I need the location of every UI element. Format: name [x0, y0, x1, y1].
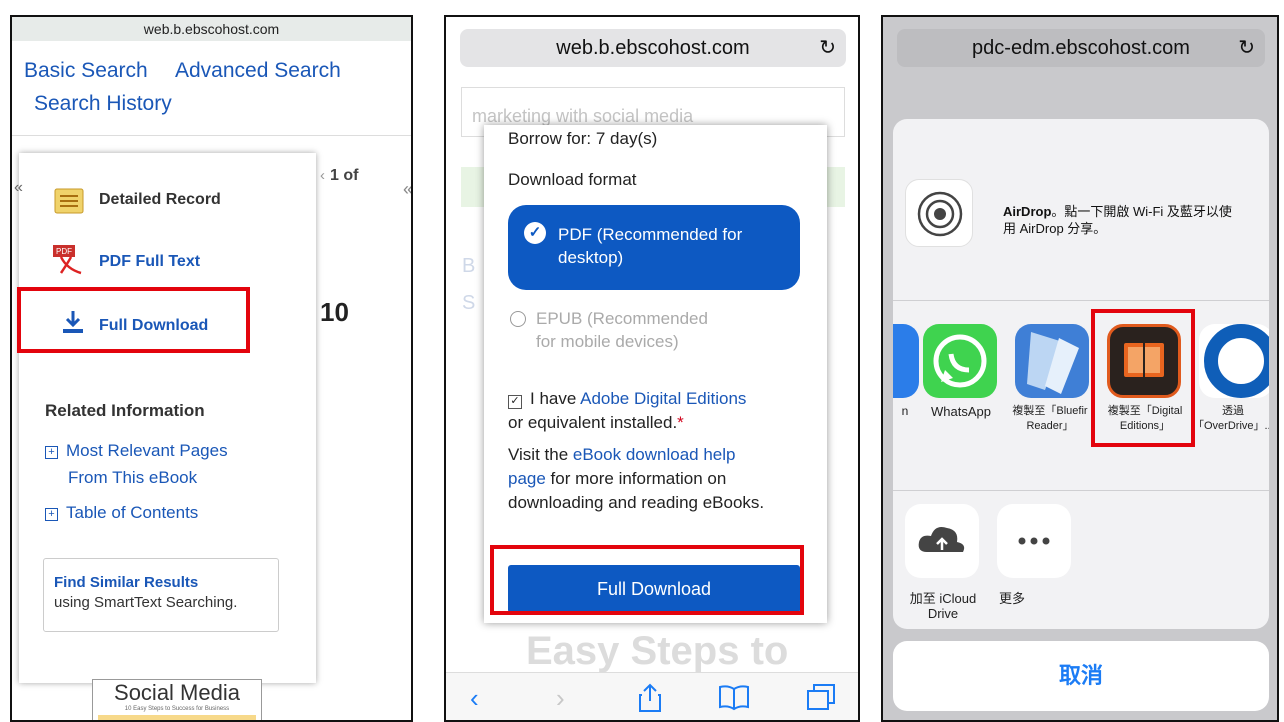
pdf-option-line1: PDF (Recommended for	[558, 225, 743, 244]
share-sheet: AirDrop。點一下開啟 Wi-Fi 及藍牙以使 用 AirDrop 分享。 …	[893, 119, 1269, 629]
adobe-confirm: ✓ I have Adobe Digital Editions or equiva…	[508, 387, 808, 435]
airdrop-icon[interactable]	[905, 179, 973, 247]
bg-letter-b: B	[462, 255, 476, 277]
share-sheet-panel: pdc-edm.ebscohost.com ↻ AirDrop。點一下開啟 Wi…	[881, 15, 1279, 722]
pdf-option-line2: desktop)	[558, 248, 624, 267]
app-icon-partial[interactable]	[893, 324, 919, 398]
airdrop-line2: 用 AirDrop 分享。	[1003, 221, 1107, 236]
bluefire-label-line1: 複製至「Bluefir	[1012, 405, 1088, 417]
detailed-record-label[interactable]: Detailed Record	[99, 191, 221, 209]
overdrive-label-line2: 「OverDrive」...	[1193, 420, 1269, 432]
table-of-contents-link[interactable]: + Table of Contents	[45, 499, 198, 526]
airdrop-line1: 。點一下開啟 Wi-Fi 及藍牙以使	[1051, 204, 1232, 219]
epub-option-line2: for mobile devices)	[536, 332, 679, 351]
epub-format-option[interactable]: EPUB (Recommended for mobile devices)	[536, 307, 708, 353]
smarttext-label: using SmartText Searching.	[54, 594, 238, 611]
more-icon[interactable]	[997, 504, 1071, 578]
forward-icon[interactable]: ›	[556, 683, 565, 714]
reload-icon[interactable]: ↻	[1238, 29, 1255, 67]
expand-icon: +	[45, 446, 58, 459]
overdrive-label-line1: 透過	[1222, 405, 1244, 417]
cover-band	[98, 715, 256, 720]
safari-toolbar: ‹ ›	[446, 672, 858, 720]
basic-search-link[interactable]: Basic Search	[24, 59, 148, 83]
help-text: Visit the eBook download help page for m…	[508, 443, 808, 515]
svg-text:PDF: PDF	[56, 247, 72, 256]
divider	[12, 135, 411, 136]
icloud-drive-label: 加至 iCloud Drive	[899, 591, 987, 621]
highlight-box	[1091, 309, 1195, 447]
checkmark-icon: ✓	[524, 222, 546, 244]
adobe-link[interactable]: Adobe Digital Editions	[580, 389, 746, 408]
search-history-link[interactable]: Search History	[34, 92, 172, 116]
back-icon[interactable]: ‹	[470, 683, 479, 714]
bluefire-label: 複製至「Bluefir Reader」	[1001, 404, 1099, 434]
reload-icon[interactable]: ↻	[819, 29, 836, 67]
overdrive-icon[interactable]	[1199, 324, 1269, 398]
url-text: pdc-edm.ebscohost.com	[972, 37, 1190, 59]
url-bar[interactable]: web.b.ebscohost.com	[12, 17, 411, 41]
most-relevant-link[interactable]: + Most Relevant Pages From This eBook	[45, 437, 228, 491]
bluefire-reader-icon[interactable]	[1015, 324, 1089, 398]
icloud-drive-icon[interactable]	[905, 504, 979, 578]
bluefire-label-line2: Reader」	[1026, 420, 1074, 432]
tabs-icon[interactable]	[806, 683, 836, 711]
advanced-search-link[interactable]: Advanced Search	[175, 59, 341, 83]
whatsapp-label: WhatsApp	[931, 404, 991, 419]
cover-title: Social Media	[114, 680, 240, 705]
cover-subtitle: 10 Easy Steps to Success for Business	[124, 706, 230, 712]
airdrop-title: AirDrop	[1003, 204, 1052, 219]
record-menu: « Detailed Record PDF PDF Full Text Full…	[14, 153, 316, 683]
epub-radio[interactable]	[510, 311, 526, 327]
epub-option-line1: EPUB (Recommended	[536, 309, 708, 328]
collapse-right-icon[interactable]: «	[403, 179, 411, 200]
more-info-text: for more information on	[545, 469, 727, 488]
help-link-page[interactable]: page	[508, 469, 546, 488]
title-number: 10	[320, 297, 349, 327]
airdrop-description: AirDrop。點一下開啟 Wi-Fi 及藍牙以使 用 AirDrop 分享。	[1003, 203, 1253, 237]
bookmarks-icon[interactable]	[718, 683, 750, 711]
book-cover: Social Media 10 Easy Steps to Success fo…	[92, 679, 262, 720]
related-info-heading: Related Information	[45, 401, 205, 420]
prev-page-icon[interactable]: ‹	[320, 167, 325, 184]
i-have-text: I have	[530, 389, 581, 408]
bg-heading: Easy Steps to	[526, 629, 789, 673]
download-format-label: Download format	[508, 170, 637, 189]
more-label: 更多	[998, 591, 1025, 606]
ebsco-detail-panel: web.b.ebscohost.com Basic Search Advance…	[10, 15, 413, 722]
highlight-box	[17, 287, 250, 353]
confirm-checkbox[interactable]: ✓	[508, 395, 522, 409]
url-text: web.b.ebscohost.com	[556, 37, 750, 59]
app-label-partial: n	[901, 404, 909, 418]
icloud-label-line1: 加至 iCloud	[909, 591, 977, 606]
visit-text: Visit the	[508, 445, 573, 464]
expand-icon: +	[45, 508, 58, 521]
toc-label: Table of Contents	[66, 503, 199, 522]
pager-text: 1 of	[330, 167, 359, 184]
collapse-left-icon[interactable]: «	[14, 179, 23, 197]
equivalent-text: or equivalent installed.	[508, 413, 678, 432]
overdrive-label: 透過 「OverDrive」...	[1193, 404, 1269, 434]
borrow-period: Borrow for: 7 day(s)	[508, 129, 658, 148]
pdf-full-text-link[interactable]: PDF Full Text	[99, 253, 200, 271]
bg-letter-s: S	[462, 292, 476, 314]
cancel-button[interactable]: 取消	[893, 641, 1269, 711]
most-relevant-line2: From This eBook	[68, 468, 198, 487]
highlight-box	[490, 545, 804, 615]
share-icon[interactable]	[638, 683, 662, 713]
find-similar-link[interactable]: Find Similar Results	[54, 574, 268, 591]
required-asterisk: *	[677, 413, 684, 432]
url-bar[interactable]: web.b.ebscohost.com ↻	[460, 29, 846, 67]
downloading-text: downloading and reading eBooks.	[508, 493, 765, 512]
download-options-panel: web.b.ebscohost.com ↻ marketing with soc…	[444, 15, 860, 722]
url-bar[interactable]: pdc-edm.ebscohost.com ↻	[897, 29, 1265, 67]
most-relevant-line1: Most Relevant Pages	[66, 441, 228, 460]
record-icon	[54, 188, 84, 214]
find-similar-box[interactable]: Find Similar Results using SmartText Sea…	[43, 558, 279, 632]
pdf-icon: PDF	[53, 245, 82, 275]
icloud-label-line2: Drive	[927, 606, 959, 621]
whatsapp-icon[interactable]	[923, 324, 997, 398]
pdf-format-option[interactable]: ✓ PDF (Recommended for desktop)	[508, 205, 800, 290]
help-link[interactable]: eBook download help	[573, 445, 736, 464]
